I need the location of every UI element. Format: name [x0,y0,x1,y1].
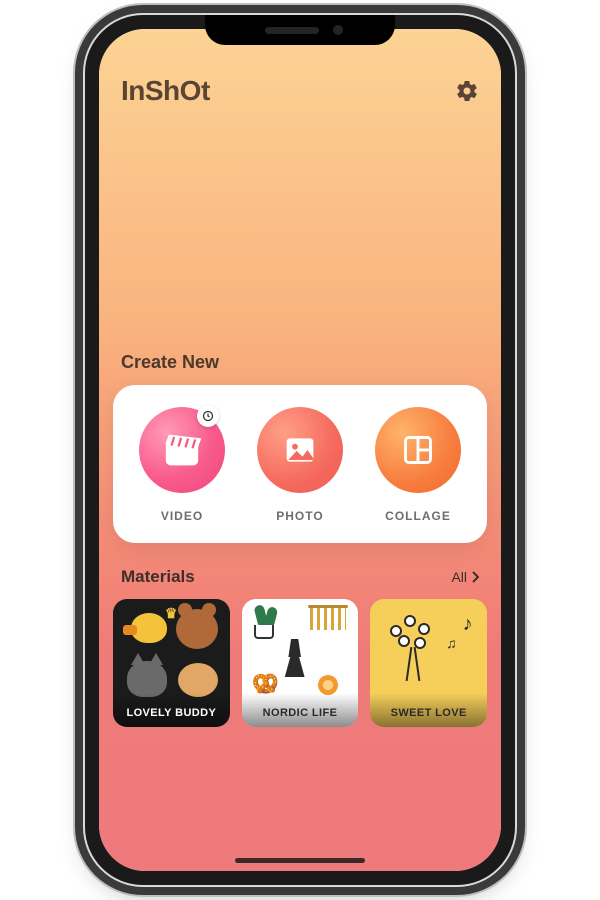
phone-frame: InShOt Create New [85,15,515,885]
collage-button[interactable]: COLLAGE [375,407,461,523]
photo-label: PHOTO [276,509,323,523]
material-label-1: LOVELY BUDDY [126,707,216,719]
gear-icon[interactable] [455,79,479,103]
material-label-3: SWEET LOVE [391,707,467,719]
home-indicator [235,858,365,863]
collage-label: COLLAGE [385,509,451,523]
device-screen: InShOt Create New [99,29,501,871]
create-new-label: Create New [99,352,501,385]
app-root: InShOt Create New [99,29,501,871]
material-lovely-buddy[interactable]: ♛ LOVELY BUDDY [113,599,230,727]
materials-label: Materials [121,567,195,587]
material-sweet-love[interactable]: ♪♫ SWEET LOVE [370,599,487,727]
materials-all-label: All [451,569,467,585]
material-label-2: NORDIC LIFE [263,707,338,719]
device-notch [205,15,395,45]
video-label: VIDEO [161,509,203,523]
create-new-card: VIDEO PHOTO [113,385,487,543]
photo-button[interactable]: PHOTO [257,407,343,523]
material-art-3: ♪♫ [376,605,481,701]
materials-list: ♛ LOVELY BUDDY 🥨 [99,599,501,745]
image-icon [280,430,320,470]
material-nordic-life[interactable]: 🥨 NORDIC LIFE [242,599,359,727]
collage-circle [375,407,461,493]
chevron-right-icon [471,571,479,583]
materials-header: Materials All [99,543,501,599]
material-art-2: 🥨 [248,605,353,699]
app-logo: InShOt [121,75,210,107]
video-button[interactable]: VIDEO [139,407,225,523]
clock-icon [197,405,219,427]
material-art-1: ♛ [121,607,222,697]
hero-area [99,107,501,352]
photo-circle [257,407,343,493]
materials-all-button[interactable]: All [451,569,479,585]
collage-icon [398,430,438,470]
clapper-icon [161,429,203,471]
